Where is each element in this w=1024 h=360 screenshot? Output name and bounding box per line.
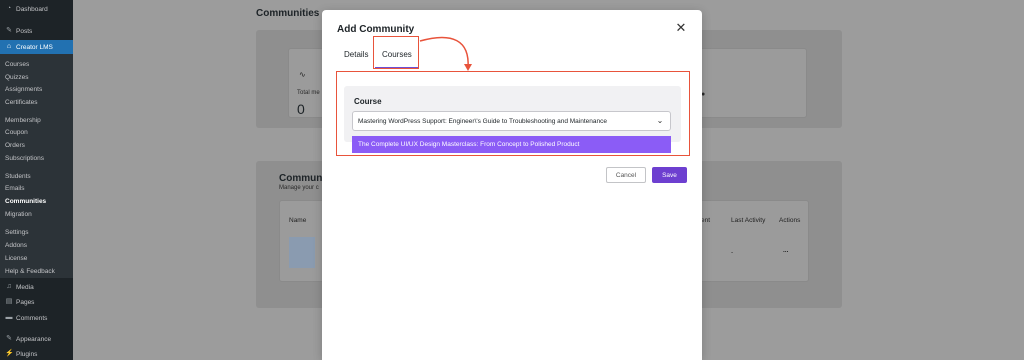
sidebar-item-emails[interactable]: Emails [0,182,73,194]
sidebar-item-label: Subscriptions [5,154,45,162]
sidebar-item-label: License [5,254,28,262]
sidebar-item-label: Comments [16,314,48,322]
stat-value: 0 [297,101,305,117]
column-header-actions: Actions [779,217,801,224]
sidebar-item-dashboard[interactable]: ◔ Dashboard [0,3,73,15]
sidebar-item-creator-lms[interactable]: ⌂ Creator LMS [0,40,73,54]
column-header-last-activity: Last Activity [731,217,766,224]
sidebar-item-label: Help & Feedback [5,267,55,275]
sidebar-item-label: Posts [16,27,33,35]
brush-icon: ✎ [6,335,12,342]
sidebar-item-label: Appearance [16,335,52,343]
media-icon: ♫ [6,283,12,290]
sidebar-item-coupon[interactable]: Coupon [0,126,73,138]
sidebar-item-subscriptions[interactable]: Subscriptions [0,152,73,164]
sidebar-item-addons[interactable]: Addons [0,239,73,251]
dashboard-icon: ◔ [6,5,12,12]
sidebar-item-label: Quizzes [5,73,29,81]
stat-icon: ∿ [299,70,306,79]
sidebar-item-label: Communities [5,197,47,205]
sidebar-item-communities[interactable]: Communities [0,195,73,207]
sidebar-item-label: Dashboard [16,5,48,13]
sidebar-item-label: Emails [5,184,25,192]
save-button[interactable]: Save [652,167,687,183]
section-title: Communi [279,173,326,184]
cancel-button[interactable]: Cancel [606,167,646,183]
row-actions-menu[interactable]: ... [783,247,788,254]
sidebar-item-label: Plugins [16,350,38,358]
community-thumbnail [289,237,315,268]
sidebar-item-help-feedback[interactable]: Help & Feedback [0,265,73,277]
pin-icon: ✎ [6,27,12,34]
sidebar-item-quizzes[interactable]: Quizzes [0,71,73,83]
sidebar-item-label: Coupon [5,128,28,136]
sidebar-item-posts[interactable]: ✎ Posts [0,25,73,37]
stat-label: Total me [297,90,320,96]
modal-title: Add Community [337,24,415,35]
sidebar-item-label: Media [16,283,34,291]
sidebar-item-label: Students [5,172,31,180]
sidebar-item-label: Creator LMS [16,43,53,51]
sidebar-item-media[interactable]: ♫ Media [0,281,73,293]
section-subtitle: Manage your c [279,185,319,191]
sidebar-item-license[interactable]: License [0,252,73,264]
sidebar-item-plugins[interactable]: ⚡ Plugins [0,348,73,360]
plug-icon: ⚡ [5,350,14,357]
sidebar-item-orders[interactable]: Orders [0,139,73,151]
sidebar-item-label: Assignments [5,85,43,93]
sidebar-item-label: Pages [16,298,35,306]
sidebar-item-pages[interactable]: ▤ Pages [0,296,73,308]
close-icon[interactable]: ✕ [675,21,687,34]
tab-details[interactable]: Details [344,50,368,59]
sidebar-item-label: Orders [5,141,25,149]
sidebar-item-courses[interactable]: Courses [0,58,73,70]
row-last-activity: - [731,249,734,256]
sidebar-item-certificates[interactable]: Certificates [0,96,73,108]
annotation-highlight-tab [373,36,419,69]
column-header-name: Name [289,217,307,224]
sidebar-item-label: Settings [5,228,29,236]
annotation-highlight-course [336,71,690,156]
sidebar-item-settings[interactable]: Settings [0,226,73,238]
sidebar-item-label: Migration [5,210,32,218]
graduation-cap-icon: ⌂ [6,43,12,50]
sidebar-item-appearance[interactable]: ✎ Appearance [0,333,73,345]
sidebar-item-assignments[interactable]: Assignments [0,83,73,95]
sidebar-item-label: Courses [5,60,30,68]
admin-sidebar: ◔ Dashboard ✎ Posts ⌂ Creator LMS Course… [0,0,73,360]
sidebar-item-comments[interactable]: ▬ Comments [0,312,73,324]
sidebar-item-membership[interactable]: Membership [0,114,73,126]
page-title: Communities [256,8,320,19]
sidebar-item-migration[interactable]: Migration [0,208,73,220]
comments-icon: ▬ [5,314,13,321]
sidebar-item-students[interactable]: Students [0,170,73,182]
sidebar-item-label: Addons [5,241,28,249]
add-community-modal: Add Community ✕ Details Courses Course M… [322,10,702,360]
sidebar-item-label: Membership [5,116,41,124]
sidebar-item-label: Certificates [5,98,38,106]
pages-icon: ▤ [5,298,13,305]
